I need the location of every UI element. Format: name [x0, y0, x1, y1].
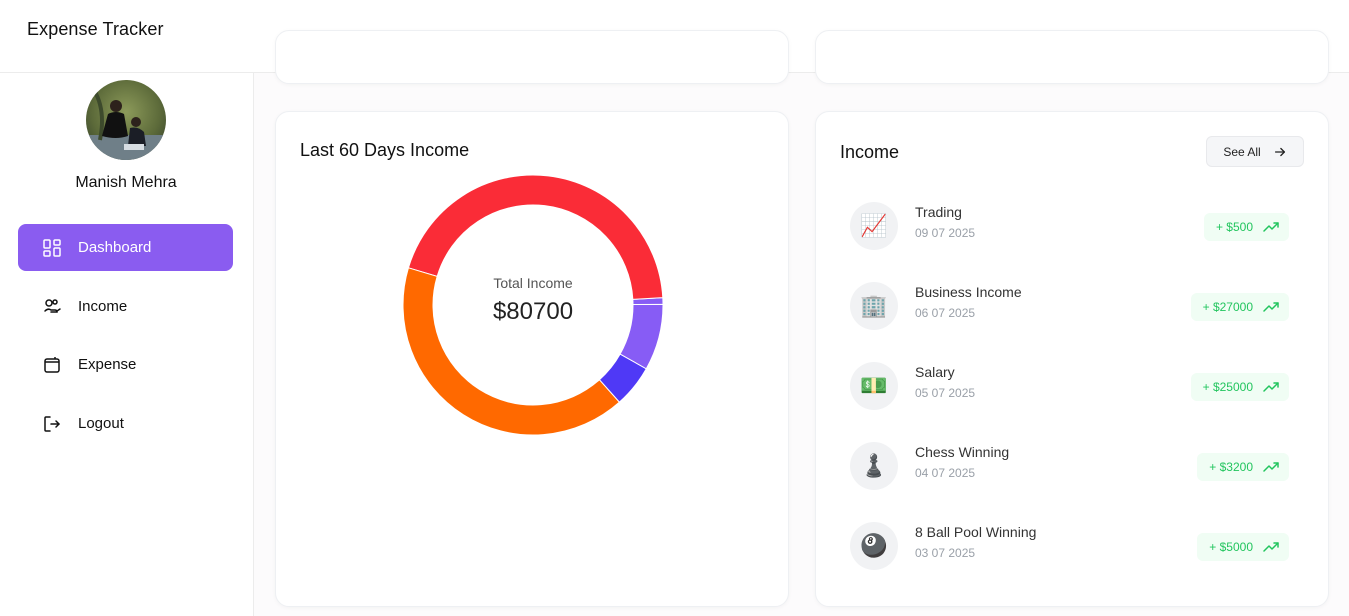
- transaction-name: Salary: [915, 364, 955, 380]
- money-icon: 💵: [850, 362, 898, 410]
- income-card-title: Income: [840, 142, 900, 162]
- income-transaction-row[interactable]: ♟️ Chess Winning 04 07 2025 + $3200: [840, 436, 1306, 496]
- transaction-date: 04 07 2025: [915, 466, 976, 480]
- sidebar-item-income[interactable]: Income: [18, 283, 233, 330]
- dashboard-icon: [42, 238, 62, 258]
- transaction-date: 09 07 2025: [915, 226, 976, 240]
- amount-badge: + $5000: [1197, 533, 1289, 561]
- sidebar: Manish Mehra Dashboard Income Expense Lo…: [0, 73, 254, 616]
- income-transaction-row[interactable]: 📈 Trading 09 07 2025 + $500: [840, 196, 1306, 256]
- office-building-icon: 🏢: [850, 282, 898, 330]
- trending-up-icon: [1263, 382, 1279, 392]
- transaction-amount: + $27000: [1202, 300, 1253, 314]
- user-name: Manish Mehra: [75, 174, 177, 191]
- transaction-name: Business Income: [915, 284, 1022, 300]
- trending-up-icon: [1263, 462, 1279, 472]
- income-transaction-row[interactable]: 🏢 Business Income 06 07 2025 + $27000: [840, 276, 1306, 336]
- amount-badge: + $25000: [1190, 373, 1289, 401]
- transaction-amount: + $25000: [1202, 380, 1253, 394]
- transaction-name: 8 Ball Pool Winning: [915, 524, 1037, 540]
- sidebar-item-label: Dashboard: [78, 239, 152, 256]
- arrow-right-icon: [1274, 147, 1285, 156]
- wallet-icon: [42, 355, 62, 375]
- chart-center-label: Total Income: [493, 275, 573, 291]
- transaction-name: Trading: [915, 204, 962, 220]
- chart-center-value: $80700: [492, 298, 574, 325]
- sidebar-item-label: Logout: [78, 415, 124, 432]
- sidebar-item-expense[interactable]: Expense: [18, 341, 233, 388]
- see-all-label: See All: [1223, 144, 1261, 159]
- amount-badge: + $3200: [1197, 453, 1289, 481]
- transaction-date: 03 07 2025: [915, 546, 976, 560]
- transaction-amount: + $3200: [1209, 460, 1253, 474]
- app-title: Expense Tracker: [27, 19, 164, 39]
- income-list-card: Income See All 📈 Trading 09 07 2025 + $5…: [815, 111, 1329, 607]
- donut-slice-salary[interactable]: [402, 267, 621, 436]
- transaction-date: 06 07 2025: [915, 306, 976, 320]
- logout-icon: [42, 414, 62, 434]
- income-chart-card: Last 60 Days Income Total Income $80700: [275, 111, 789, 607]
- sidebar-item-label: Income: [78, 298, 128, 315]
- income-transaction-row[interactable]: 🎱 8 Ball Pool Winning 03 07 2025 + $5000: [840, 516, 1306, 576]
- chart-increasing-icon: 📈: [850, 202, 898, 250]
- transaction-name: Chess Winning: [915, 444, 1010, 460]
- avatar: [86, 80, 166, 160]
- sidebar-item-dashboard[interactable]: Dashboard: [18, 224, 233, 271]
- trending-up-icon: [1263, 302, 1279, 312]
- trending-up-icon: [1263, 222, 1279, 232]
- trending-up-icon: [1263, 542, 1279, 552]
- income-icon: [42, 297, 62, 317]
- pool-8-ball-icon: 🎱: [850, 522, 898, 570]
- transaction-date: 05 07 2025: [915, 386, 976, 400]
- income-transaction-row[interactable]: 💵 Salary 05 07 2025 + $25000: [840, 356, 1306, 416]
- amount-badge: + $27000: [1190, 293, 1289, 321]
- summary-card-partial: [275, 30, 789, 84]
- sidebar-item-logout[interactable]: Logout: [18, 400, 233, 447]
- see-all-button[interactable]: See All: [1206, 136, 1304, 167]
- chess-pawn-icon: ♟️: [850, 442, 898, 490]
- transaction-amount: + $500: [1215, 220, 1253, 234]
- amount-badge: + $500: [1203, 213, 1289, 241]
- summary-card-partial: [815, 30, 1329, 84]
- transaction-amount: + $5000: [1209, 540, 1253, 554]
- sidebar-item-label: Expense: [78, 356, 137, 373]
- income-donut-chart: [402, 174, 664, 436]
